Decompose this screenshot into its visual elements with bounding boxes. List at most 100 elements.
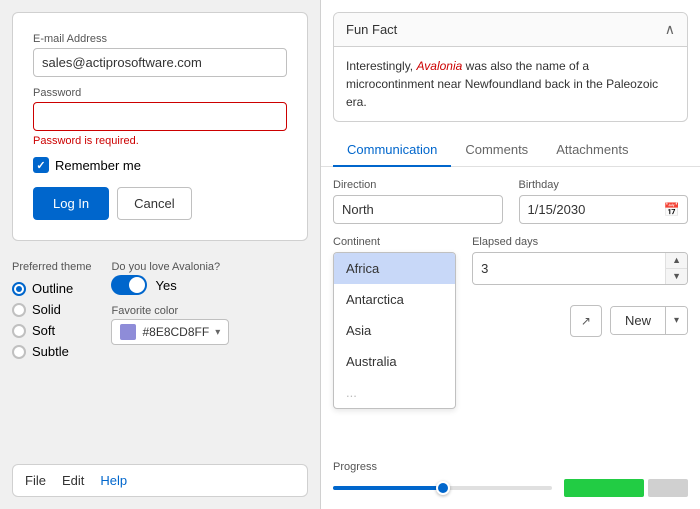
progress-slider-track[interactable]	[333, 486, 552, 490]
birthday-input[interactable]	[519, 195, 689, 224]
btn-row: Log In Cancel	[33, 187, 287, 220]
progress-slider-fill	[333, 486, 443, 490]
direction-select-wrapper: North South East West	[333, 195, 503, 224]
birthday-label: Birthday	[519, 179, 689, 191]
fun-fact-collapse-icon[interactable]: ∧	[665, 21, 675, 38]
progress-bar-gray	[648, 479, 688, 497]
action-row: ↗ New ▾	[472, 305, 688, 337]
continent-item-asia[interactable]: Asia	[334, 315, 455, 346]
login-card: E-mail Address Password Password is requ…	[12, 12, 308, 241]
fun-fact-content: Interestingly, Avalonia was also the nam…	[334, 47, 687, 121]
color-chevron-icon: ▾	[215, 327, 220, 338]
right-theme-col: Do you love Avalonia? Yes Favorite color…	[111, 261, 229, 359]
cancel-button[interactable]: Cancel	[117, 187, 191, 220]
email-input[interactable]	[33, 48, 287, 77]
new-btn-arrow[interactable]: ▾	[665, 307, 687, 334]
continent-item-africa[interactable]: Africa	[334, 253, 455, 284]
progress-label: Progress	[333, 461, 688, 473]
right-panel: Fun Fact ∧ Interestingly, Avalonia was a…	[320, 0, 700, 509]
avalonia-group: Do you love Avalonia? Yes	[111, 261, 229, 295]
remember-checkbox[interactable]	[33, 157, 49, 173]
continent-dropdown: Africa Antarctica Asia Australia ...	[333, 252, 456, 409]
birthday-date-wrapper: 📅	[519, 195, 689, 224]
progress-bar-green	[564, 479, 644, 497]
login-button[interactable]: Log In	[33, 187, 109, 220]
avalonia-toggle[interactable]	[111, 275, 147, 295]
new-btn[interactable]: New	[611, 307, 665, 334]
continent-elapsed-row: Continent Africa Antarctica Asia Austral…	[333, 236, 688, 409]
color-group: Favorite color #8E8CD8FF ▾	[111, 305, 229, 345]
email-field-group: E-mail Address	[33, 33, 287, 77]
fun-fact-text-before: Interestingly,	[346, 59, 416, 73]
password-field-group: Password Password is required.	[33, 87, 287, 147]
radio-solid-label: Solid	[32, 302, 61, 317]
direction-col: Direction North South East West	[333, 179, 503, 224]
elapsed-input[interactable]	[473, 255, 665, 282]
color-picker[interactable]: #8E8CD8FF ▾	[111, 319, 229, 345]
radio-subtle-btn[interactable]	[12, 345, 26, 359]
calendar-icon[interactable]: 📅	[664, 202, 680, 218]
progress-bar-wrapper	[564, 479, 688, 497]
birthday-col: Birthday 📅	[519, 179, 689, 224]
radio-soft[interactable]: Soft	[12, 323, 91, 338]
progress-row	[333, 479, 688, 497]
color-value: #8E8CD8FF	[142, 325, 209, 339]
direction-birthday-row: Direction North South East West Birthday…	[333, 179, 688, 224]
theme-col: Preferred theme Outline Solid Soft Subtl…	[12, 261, 91, 359]
radio-solid[interactable]: Solid	[12, 302, 91, 317]
left-panel: E-mail Address Password Password is requ…	[0, 0, 320, 509]
external-link-icon: ↗	[581, 314, 591, 328]
remember-row: Remember me	[33, 157, 287, 173]
radio-outline[interactable]: Outline	[12, 281, 91, 296]
color-swatch	[120, 324, 136, 340]
password-input[interactable]	[33, 102, 287, 131]
external-link-btn[interactable]: ↗	[570, 305, 602, 337]
fun-fact-highlight: Avalonia	[416, 59, 462, 73]
content-area: Direction North South East West Birthday…	[321, 167, 700, 461]
progress-slider-thumb[interactable]	[436, 481, 450, 495]
radio-solid-btn[interactable]	[12, 303, 26, 317]
continent-label: Continent	[333, 236, 456, 248]
continent-col: Continent Africa Antarctica Asia Austral…	[333, 236, 456, 409]
elapsed-col: Elapsed days ▲ ▼ ↗ New ▾	[472, 236, 688, 349]
radio-subtle[interactable]: Subtle	[12, 344, 91, 359]
password-label: Password	[33, 87, 287, 99]
radio-subtle-label: Subtle	[32, 344, 69, 359]
fun-fact-box: Fun Fact ∧ Interestingly, Avalonia was a…	[333, 12, 688, 122]
fun-fact-header: Fun Fact ∧	[334, 13, 687, 47]
radio-soft-label: Soft	[32, 323, 55, 338]
radio-outline-btn[interactable]	[12, 282, 26, 296]
avalonia-label: Do you love Avalonia?	[111, 261, 229, 273]
direction-label: Direction	[333, 179, 503, 191]
tabs-row: Communication Comments Attachments	[321, 134, 700, 167]
menu-edit[interactable]: Edit	[62, 473, 84, 488]
radio-soft-btn[interactable]	[12, 324, 26, 338]
avalonia-toggle-label: Yes	[155, 278, 176, 293]
tab-communication[interactable]: Communication	[333, 134, 451, 167]
fun-fact-title: Fun Fact	[346, 22, 397, 37]
remember-label: Remember me	[55, 158, 141, 173]
continent-item-australia[interactable]: Australia	[334, 346, 455, 377]
email-label: E-mail Address	[33, 33, 287, 45]
menu-help[interactable]: Help	[100, 473, 127, 488]
progress-section: Progress	[321, 461, 700, 509]
tab-comments[interactable]: Comments	[451, 134, 542, 167]
radio-outline-label: Outline	[32, 281, 73, 296]
direction-select[interactable]: North South East West	[333, 195, 503, 224]
menu-file[interactable]: File	[25, 473, 46, 488]
password-error: Password is required.	[33, 135, 287, 147]
elapsed-spinner: ▲ ▼	[472, 252, 688, 285]
elapsed-label: Elapsed days	[472, 236, 688, 248]
theme-label: Preferred theme	[12, 261, 91, 273]
toggle-row: Yes	[111, 275, 229, 295]
continent-item-antarctica[interactable]: Antarctica	[334, 284, 455, 315]
spinner-buttons: ▲ ▼	[665, 253, 687, 284]
new-split-btn: New ▾	[610, 306, 688, 335]
continent-item-europe[interactable]: ...	[334, 377, 455, 408]
spinner-down-btn[interactable]: ▼	[666, 269, 687, 284]
color-label: Favorite color	[111, 305, 229, 317]
tab-attachments[interactable]: Attachments	[542, 134, 642, 167]
theme-section: Preferred theme Outline Solid Soft Subtl…	[12, 251, 308, 369]
menu-bar: File Edit Help	[12, 464, 308, 497]
spinner-up-btn[interactable]: ▲	[666, 253, 687, 269]
